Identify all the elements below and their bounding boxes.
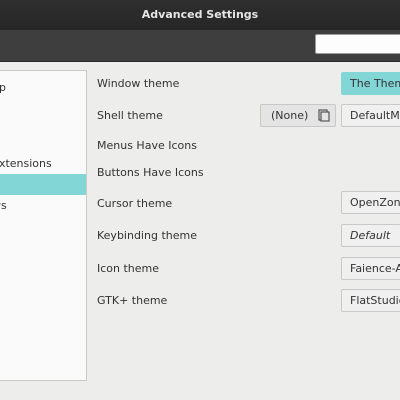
sidebar-item-label: pp bbox=[0, 77, 6, 98]
cursor-theme-combo[interactable]: OpenZone bbox=[341, 191, 400, 214]
sidebar-item-label: Extensions bbox=[0, 157, 52, 170]
sidebar-item-label: ws bbox=[0, 199, 7, 212]
window-theme-label: Window theme bbox=[97, 77, 180, 90]
shell-theme-label: Shell theme bbox=[97, 109, 163, 122]
sidebar-item[interactable]: pp bbox=[0, 77, 86, 98]
gtk-theme-label: GTK+ theme bbox=[97, 294, 168, 307]
icon-theme-label: Icon theme bbox=[97, 262, 160, 275]
icon-theme-combo[interactable]: Faience-Azur bbox=[341, 257, 400, 280]
buttons-have-icons-label: Buttons Have Icons bbox=[97, 166, 204, 179]
window-theme-combo[interactable]: The Theme bbox=[341, 72, 400, 95]
shell-theme-file-button[interactable]: (None) bbox=[260, 104, 336, 127]
sidebar-item-extensions[interactable]: Extensions bbox=[0, 153, 86, 174]
cursor-theme-label: Cursor theme bbox=[97, 197, 173, 210]
search-input[interactable] bbox=[315, 34, 400, 54]
shell-theme-button-label: (None) bbox=[271, 109, 309, 122]
keybinding-theme-combo[interactable]: Default bbox=[341, 224, 400, 247]
sidebar-item-selected[interactable] bbox=[0, 174, 86, 195]
keybinding-theme-label: Keybinding theme bbox=[97, 229, 197, 242]
sidebar[interactable]: pp Extensions ws bbox=[0, 70, 87, 381]
menus-have-icons-label: Menus Have Icons bbox=[97, 139, 197, 152]
document-icon bbox=[318, 109, 330, 122]
sidebar-item[interactable]: ws bbox=[0, 195, 86, 216]
gtk-theme-combo[interactable]: FlatStudio bbox=[341, 289, 400, 312]
window-title: Advanced Settings bbox=[0, 0, 400, 30]
shell-theme-combo[interactable]: DefaultMod bbox=[341, 104, 400, 127]
